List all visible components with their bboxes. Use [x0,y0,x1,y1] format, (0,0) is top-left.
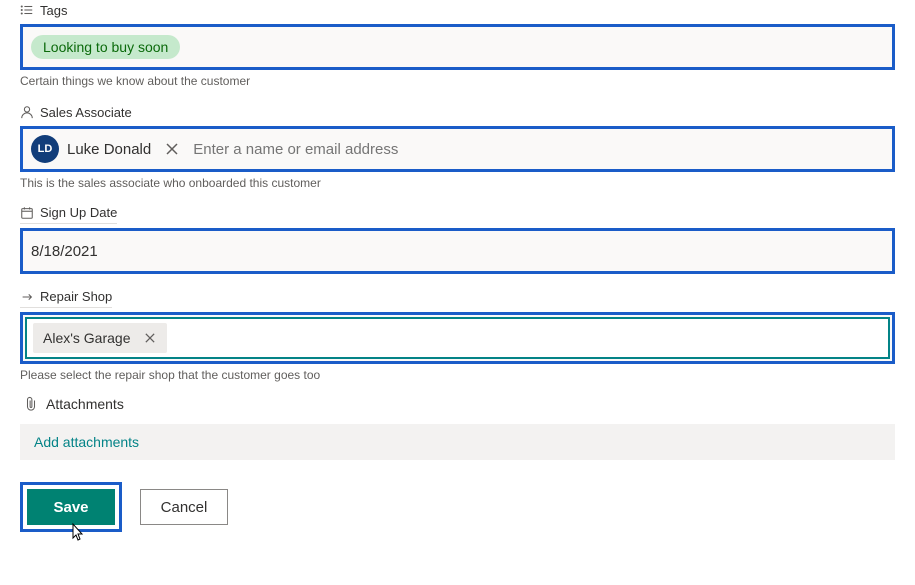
calendar-icon [20,206,34,220]
attachments-field: Add attachments [20,424,895,460]
repair-shop-chip-text: Alex's Garage [43,330,131,346]
signup-date-value: 8/18/2021 [31,241,98,262]
close-icon [166,143,178,155]
tags-label: Tags [40,3,67,18]
sales-associate-input[interactable] [193,141,884,158]
attachments-label-row: Attachments [20,396,895,412]
signup-date-label: Sign Up Date [40,205,117,220]
sales-associate-section: Sales Associate LD Luke Donald This is t… [20,102,895,190]
tags-field[interactable]: Looking to buy soon [20,24,895,70]
signup-date-section: Sign Up Date 8/18/2021 [20,204,895,274]
paperclip-icon [24,396,38,412]
tags-section: Tags Looking to buy soon Certain things … [20,0,895,88]
remove-person-button[interactable] [161,138,183,160]
repair-shop-label: Repair Shop [40,289,112,304]
add-attachments-button[interactable]: Add attachments [34,434,139,450]
tag-pill-text: Looking to buy soon [43,39,168,55]
persona-initials: LD [31,135,59,163]
repair-shop-description: Please select the repair shop that the c… [20,368,895,382]
repair-shop-field[interactable]: Alex's Garage [25,317,890,359]
person-icon [20,105,34,119]
attachments-label: Attachments [46,396,124,412]
save-button[interactable]: Save [27,489,115,525]
repair-shop-label-row: Repair Shop [20,288,112,308]
persona-name: Luke Donald [67,141,151,158]
button-row: Save Cancel [20,482,895,532]
signup-date-label-row: Sign Up Date [20,204,117,224]
repair-shop-chip: Alex's Garage [33,323,167,353]
repair-shop-field-outer: Alex's Garage [20,312,895,364]
save-button-highlight: Save [20,482,122,532]
cancel-button[interactable]: Cancel [140,489,228,525]
tags-description: Certain things we know about the custome… [20,74,895,88]
persona-chip: LD Luke Donald [31,135,151,163]
tags-icon [20,3,34,17]
close-icon [145,333,155,343]
tags-label-row: Tags [20,0,895,20]
sales-associate-label: Sales Associate [40,105,132,120]
repair-shop-section: Repair Shop Alex's Garage Please select … [20,288,895,382]
sales-associate-label-row: Sales Associate [20,102,895,122]
sales-associate-description: This is the sales associate who onboarde… [20,176,895,190]
remove-repair-shop-button[interactable] [139,327,161,349]
sales-associate-field[interactable]: LD Luke Donald [20,126,895,172]
signup-date-field[interactable]: 8/18/2021 [20,228,895,274]
arrow-right-icon [20,290,34,304]
tag-pill[interactable]: Looking to buy soon [31,35,180,59]
attachments-section: Attachments Add attachments [20,396,895,460]
